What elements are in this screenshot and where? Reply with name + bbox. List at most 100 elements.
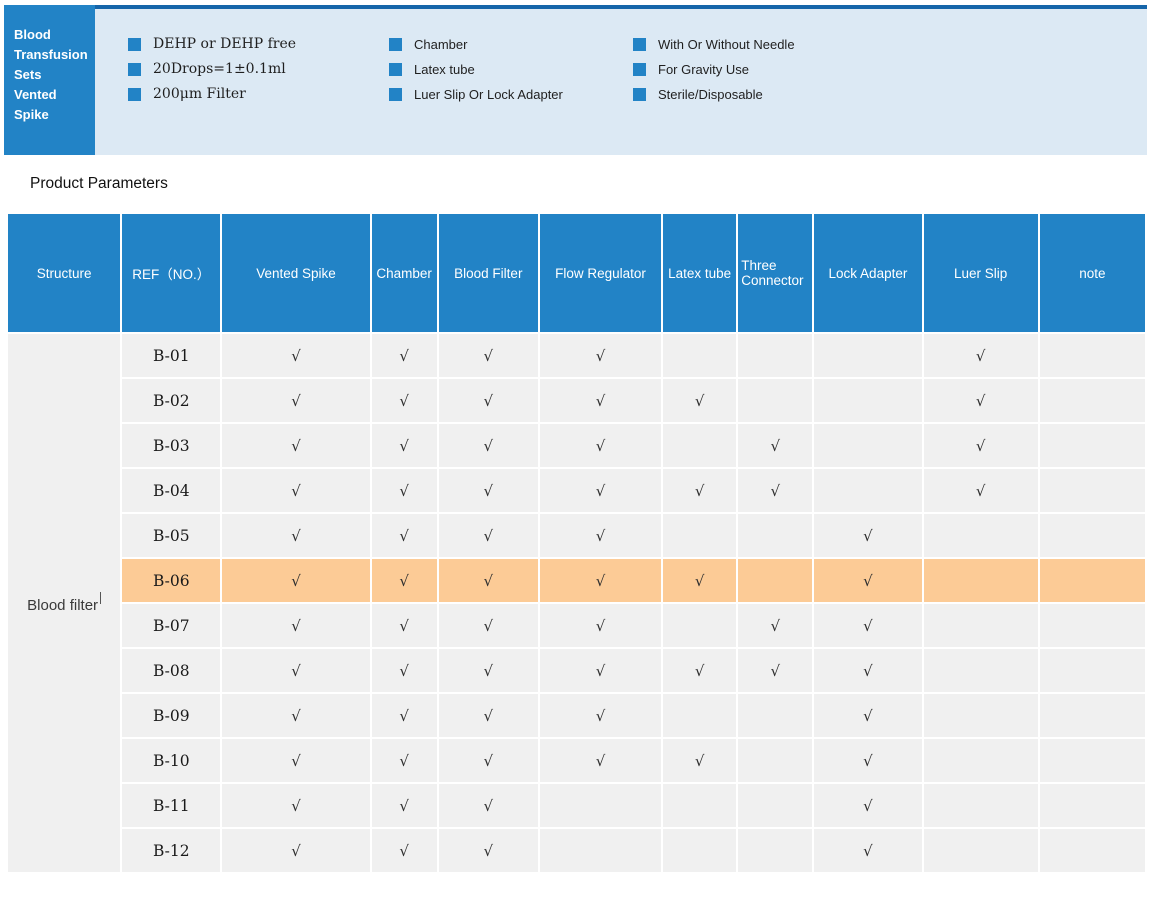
check-cell: √ [923, 424, 1038, 467]
check-cell: √ [663, 559, 737, 602]
feature-column-3: With Or Without Needle For Gravity Use Ste… [633, 37, 795, 112]
check-cell: √ [371, 514, 437, 557]
empty-cell [814, 334, 922, 377]
check-cell: √ [222, 829, 370, 872]
column-header-blood-filter: Blood Filter [438, 214, 538, 332]
check-cell: √ [222, 334, 370, 377]
empty-cell [923, 649, 1038, 692]
empty-cell [738, 829, 813, 872]
check-cell: √ [814, 604, 922, 647]
feature-column-1: DEHP or DEHP free 20Drops=1±0.1ml 200μm Fi… [128, 36, 297, 112]
empty-cell [738, 559, 813, 602]
feature-label: For Gravity Use [658, 61, 750, 77]
structure-label: Blood filter [27, 597, 99, 614]
check-cell: √ [738, 604, 813, 647]
check-cell: √ [438, 694, 538, 737]
empty-cell [923, 604, 1038, 647]
feature-label: Latex tube [414, 61, 475, 77]
check-cell: √ [222, 379, 370, 422]
page: Blood Transfusion Sets Vented Spike DEHP or … [0, 0, 1150, 900]
check-cell: √ [539, 649, 662, 692]
empty-cell [1039, 424, 1145, 467]
check-cell: √ [371, 424, 437, 467]
check-cell: √ [539, 514, 662, 557]
ref-cell: B-10 [122, 739, 221, 782]
empty-cell [738, 784, 813, 827]
check-cell: √ [222, 559, 370, 602]
ref-cell: B-05 [122, 514, 221, 557]
check-cell: √ [738, 469, 813, 512]
empty-cell [663, 334, 737, 377]
bullet-square-icon [128, 37, 141, 51]
feature-item: Chamber [389, 36, 563, 52]
table-row-b-12: B-12 √ √ √ √ [8, 829, 1145, 872]
check-cell: √ [814, 559, 922, 602]
check-cell: √ [371, 604, 437, 647]
ref-cell: B-04 [122, 469, 221, 512]
column-header-chamber: Chamber [371, 214, 437, 332]
check-cell: √ [438, 334, 538, 377]
empty-cell [663, 424, 737, 467]
product-title-line: Sets [14, 67, 42, 82]
check-cell: √ [438, 559, 538, 602]
column-header-vented-spike: Vented Spike [222, 214, 370, 332]
bullet-square-icon [389, 62, 402, 76]
product-title-line: Vented [14, 87, 57, 102]
feature-item: With Or Without Needle [633, 37, 795, 52]
check-cell: √ [371, 559, 437, 602]
check-cell: √ [222, 694, 370, 737]
empty-cell [923, 694, 1038, 737]
table-header-row: Structure REF（NO.） Vented Spike Chamber Bloo… [8, 214, 1145, 332]
empty-cell [1039, 649, 1145, 692]
check-cell: √ [438, 784, 538, 827]
check-cell: √ [222, 649, 370, 692]
empty-cell [663, 694, 737, 737]
product-title-line: Transfusion [14, 47, 88, 62]
check-cell: √ [814, 829, 922, 872]
empty-cell [539, 829, 662, 872]
feature-column-2: Chamber Latex tube Luer Slip Or Lock Adapt… [389, 37, 563, 112]
table-row-b-10: B-10 √ √ √ √ √ √ [8, 739, 1145, 782]
empty-cell [663, 604, 737, 647]
feature-label: Chamber [414, 36, 468, 52]
check-cell: √ [663, 649, 737, 692]
empty-cell [1039, 604, 1145, 647]
check-cell: √ [222, 424, 370, 467]
check-cell: √ [438, 469, 538, 512]
check-cell: √ [738, 649, 813, 692]
check-cell: √ [371, 649, 437, 692]
table-row-b-03: B-03 √ √ √ √ √ √ [8, 424, 1145, 467]
feature-item: 20Drops=1±0.1ml [128, 61, 296, 77]
table-row-b-05: B-05 √ √ √ √ √ [8, 514, 1145, 557]
empty-cell [663, 784, 737, 827]
empty-cell [738, 334, 813, 377]
feature-item: Latex tube [389, 61, 563, 77]
ref-cell: B-02 [122, 379, 221, 422]
empty-cell [738, 379, 813, 422]
check-cell: √ [539, 694, 662, 737]
table-row-b-04: B-04 √ √ √ √ √ √ √ [8, 469, 1145, 512]
ref-cell: B-11 [122, 784, 221, 827]
bullet-square-icon [389, 37, 402, 51]
feature-label: 20Drops=1±0.1ml [153, 61, 286, 77]
check-cell: √ [539, 469, 662, 512]
check-cell: √ [539, 739, 662, 782]
product-parameters-table: Structure REF（NO.） Vented Spike Chamber Bloo… [6, 212, 1147, 874]
column-header-note: note [1039, 214, 1145, 332]
feature-label: DEHP or DEHP free [153, 36, 297, 52]
bullet-square-icon [128, 62, 141, 76]
check-cell: √ [814, 514, 922, 557]
product-title-line: Spike [14, 107, 49, 122]
empty-cell [923, 739, 1038, 782]
empty-cell [923, 829, 1038, 872]
bullet-square-icon [128, 87, 141, 101]
check-cell: √ [371, 334, 437, 377]
check-cell: √ [923, 379, 1038, 422]
table-row-b-07: B-07 √ √ √ √ √ √ [8, 604, 1145, 647]
ref-cell: B-08 [122, 649, 221, 692]
feature-item: Sterile/Disposable [633, 87, 795, 102]
product-title-line: Blood [14, 27, 51, 42]
empty-cell [923, 514, 1038, 557]
check-cell: √ [438, 604, 538, 647]
empty-cell [1039, 514, 1145, 557]
